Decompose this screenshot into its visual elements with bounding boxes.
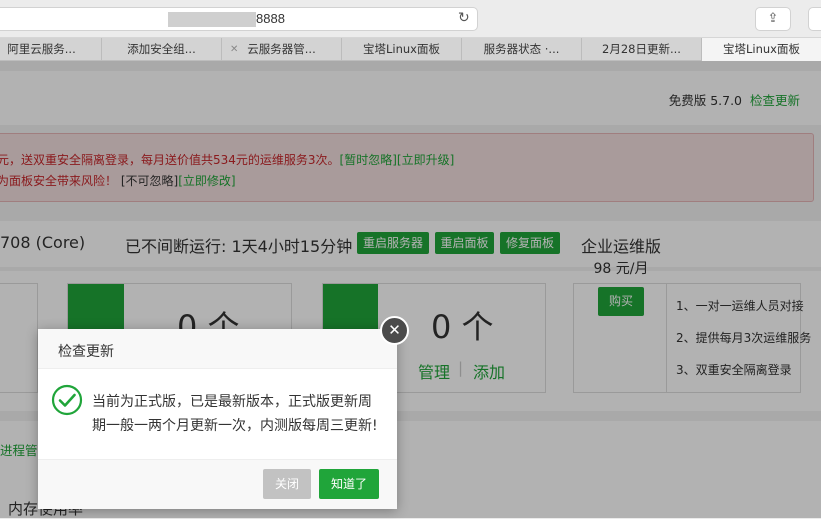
confirm-button[interactable]: 知道了: [319, 469, 379, 499]
dialog-message: 当前为正式版，已是最新版本，正式版更新周期一般一两个月更新一次，内测版每周三更新…: [92, 394, 378, 434]
success-check-icon: [51, 384, 83, 416]
dialog-header: 检查更新: [38, 329, 397, 369]
tab-label: 添加安全组...: [127, 42, 196, 56]
tab-update-feb28[interactable]: 2月28日更新...: [582, 38, 702, 61]
tab-label: 宝塔Linux面板: [723, 42, 800, 56]
address-bar[interactable]: 8888 ↻: [0, 7, 478, 31]
tab-bt-panel-active[interactable]: 宝塔Linux面板: [702, 38, 821, 61]
tab-label: 宝塔Linux面板: [363, 42, 440, 56]
tab-ecs-manage[interactable]: ✕ 云服务器管...: [222, 38, 342, 61]
tab-label: 阿里云服务...: [7, 42, 76, 56]
tab-server-status[interactable]: 服务器状态 ·...: [462, 38, 582, 61]
tab-label: 2月28日更新...: [602, 42, 681, 56]
close-tab-icon[interactable]: ✕: [230, 38, 238, 61]
update-dialog: 检查更新 当前为正式版，已是最新版本，正式版更新周期一般一两个月更新一次，内测版…: [38, 329, 397, 509]
reload-icon[interactable]: ↻: [458, 10, 470, 26]
tab-label: 云服务器管...: [247, 42, 316, 56]
tabs-overview-icon[interactable]: [808, 7, 821, 31]
tab-bar: 阿里云服务... 添加安全组... ✕ 云服务器管... 宝塔Linux面板 服务…: [0, 38, 821, 61]
close-button[interactable]: 关闭: [263, 469, 311, 499]
tab-security-group[interactable]: 添加安全组...: [102, 38, 222, 61]
share-icon[interactable]: ⇪: [755, 7, 791, 31]
tab-aliyun[interactable]: 阿里云服务...: [0, 38, 102, 61]
dialog-footer: 关闭 知道了: [38, 459, 397, 509]
tab-label: 服务器状态 ·...: [483, 42, 560, 56]
tab-bt-panel[interactable]: 宝塔Linux面板: [342, 38, 462, 61]
address-text: 8888: [256, 11, 285, 26]
redacted-host: [168, 12, 256, 27]
dialog-title: 检查更新: [58, 344, 114, 360]
close-icon[interactable]: ✕: [380, 316, 409, 345]
browser-toolbar: 8888 ↻ ⇪: [0, 0, 821, 38]
